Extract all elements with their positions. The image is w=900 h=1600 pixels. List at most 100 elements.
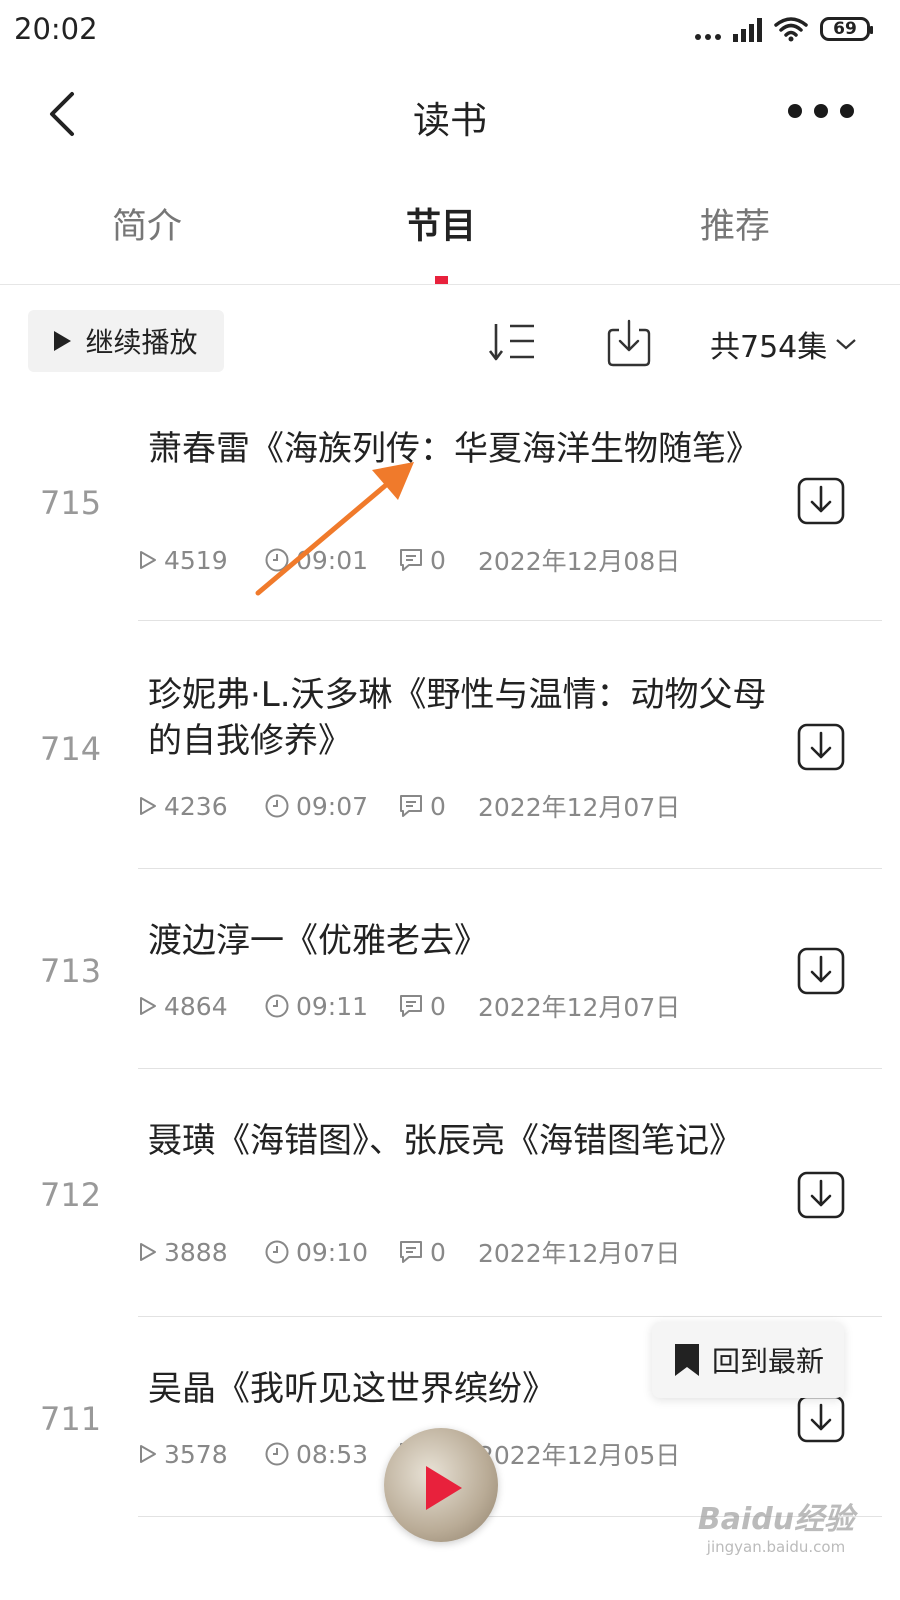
comment-count: 0 — [398, 792, 478, 821]
wifi-icon — [774, 17, 808, 42]
cellular-signal-icon — [733, 16, 762, 42]
page-title: 读书 — [413, 99, 487, 142]
play-icon — [54, 331, 72, 351]
comment-icon — [400, 995, 422, 1017]
duration-value: 09:07 — [296, 791, 369, 821]
comment-count-value: 0 — [430, 545, 446, 575]
play-icon — [426, 1466, 462, 1510]
back-to-latest-label: 回到最新 — [711, 1345, 824, 1378]
download-all-icon[interactable] — [604, 318, 654, 368]
play-count-value: 3578 — [164, 1439, 228, 1469]
play-count: 4519 — [138, 546, 264, 575]
episode-meta: 4864 09:11 0 2022年12月07日 — [138, 988, 680, 1024]
download-icon[interactable] — [796, 476, 846, 526]
episode-number: 715 — [40, 484, 102, 522]
episode-title[interactable]: 聂璜《海错图》、张辰亮《海错图笔记》 — [148, 1118, 768, 1164]
back-to-latest-button[interactable]: 回到最新 — [652, 1322, 844, 1398]
comment-count: 0 — [398, 546, 478, 575]
episode-meta: 3888 09:10 0 2022年12月07日 — [138, 1234, 680, 1270]
continue-play-label: 继续播放 — [85, 326, 198, 359]
episode-title[interactable]: 珍妮弗·L.沃多琳《野性与温情：动物父母的自我修养》 — [148, 672, 768, 764]
list-divider — [138, 1068, 882, 1069]
tab-recommend[interactable]: 推荐 — [615, 198, 855, 249]
signal-dots-icon — [695, 16, 721, 42]
episode-date: 2022年12月07日 — [478, 1239, 681, 1268]
duration-value: 08:53 — [296, 1439, 369, 1469]
download-icon[interactable] — [796, 1394, 846, 1444]
episode-meta: 4519 09:01 0 2022年12月08日 — [138, 542, 680, 578]
episode-date: 2022年12月07日 — [478, 993, 681, 1022]
status-time: 20:02 — [14, 12, 98, 46]
download-icon[interactable] — [796, 1170, 846, 1220]
battery-indicator: 69 — [820, 17, 873, 41]
sort-icon[interactable] — [488, 320, 536, 364]
comment-count-value: 0 — [430, 991, 446, 1021]
comment-count: 0 — [398, 992, 478, 1021]
episode-date: 2022年12月05日 — [478, 1441, 681, 1470]
duration: 09:11 — [264, 992, 398, 1021]
play-count: 3578 — [138, 1440, 264, 1469]
list-divider — [138, 868, 882, 869]
clock-icon — [265, 994, 289, 1018]
episode-count-label: 共754集 — [710, 330, 828, 365]
episode-number: 711 — [40, 1400, 102, 1438]
duration: 09:10 — [264, 1238, 398, 1267]
play-count-icon — [140, 1243, 156, 1261]
clock-icon — [265, 548, 289, 572]
clock-icon — [265, 1442, 289, 1466]
comment-icon — [400, 795, 422, 817]
play-count-value: 4236 — [164, 791, 228, 821]
duration: 08:53 — [264, 1440, 398, 1469]
duration: 09:07 — [264, 792, 398, 821]
more-icon[interactable] — [788, 100, 854, 122]
episode-title[interactable]: 萧春雷《海族列传：华夏海洋生物随笔》 — [148, 426, 768, 472]
comment-count-value: 0 — [430, 1237, 446, 1267]
play-count: 4236 — [138, 792, 264, 821]
play-count-icon — [140, 797, 156, 815]
chevron-down-icon — [836, 339, 856, 350]
tab-bar: 简介 节目 推荐 — [0, 180, 900, 285]
play-count: 4864 — [138, 992, 264, 1021]
list-divider — [138, 1316, 882, 1317]
episode-count-selector[interactable]: 共754集 — [710, 322, 857, 366]
play-count-icon — [140, 997, 156, 1015]
play-count-value: 4519 — [164, 545, 228, 575]
continue-play-button[interactable]: 继续播放 — [28, 310, 224, 372]
bookmark-icon — [674, 1344, 699, 1376]
episode-meta: 4236 09:07 0 2022年12月07日 — [138, 788, 680, 824]
duration-value: 09:01 — [296, 545, 369, 575]
episode-title[interactable]: 渡边淳一《优雅老去》 — [148, 918, 768, 964]
duration-value: 09:11 — [296, 991, 369, 1021]
duration: 09:01 — [264, 546, 398, 575]
comment-icon — [400, 549, 422, 571]
play-count-value: 4864 — [164, 991, 228, 1021]
play-count: 3888 — [138, 1238, 264, 1267]
active-tab-indicator — [435, 276, 448, 284]
episode-date: 2022年12月07日 — [478, 793, 681, 822]
mini-player-button[interactable] — [384, 1428, 498, 1542]
duration-value: 09:10 — [296, 1237, 369, 1267]
clock-icon — [265, 794, 289, 818]
episode-date: 2022年12月08日 — [478, 547, 681, 576]
play-count-icon — [140, 1445, 156, 1463]
watermark: Baidu经验 jingyan.baidu.com — [676, 1494, 876, 1556]
episode-number: 714 — [40, 730, 102, 768]
comment-icon — [400, 1241, 422, 1263]
list-divider — [138, 620, 882, 621]
status-icons: 69 — [695, 16, 873, 42]
watermark-sub: jingyan.baidu.com — [706, 1538, 846, 1556]
list-toolbar: 继续播放 共754集 — [0, 308, 900, 374]
nav-bar: 读书 — [0, 62, 900, 166]
clock-icon — [265, 1240, 289, 1264]
play-count-value: 3888 — [164, 1237, 228, 1267]
episode-number: 712 — [40, 1176, 102, 1214]
comment-count-value: 0 — [430, 791, 446, 821]
download-icon[interactable] — [796, 722, 846, 772]
comment-count: 0 — [398, 1238, 478, 1267]
download-icon[interactable] — [796, 946, 846, 996]
status-bar: 20:02 69 — [0, 0, 900, 62]
episode-number: 713 — [40, 952, 102, 990]
tab-intro[interactable]: 简介 — [27, 198, 267, 249]
tab-episodes[interactable]: 节目 — [321, 198, 561, 249]
play-count-icon — [140, 551, 156, 569]
